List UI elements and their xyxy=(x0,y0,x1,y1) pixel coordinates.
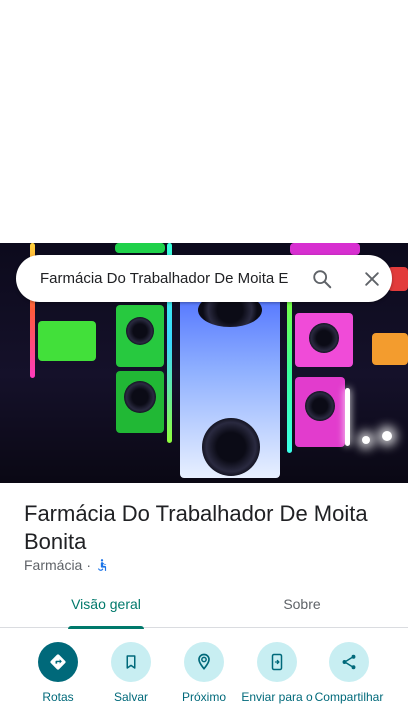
led-bar-white xyxy=(345,388,350,446)
speaker-orange xyxy=(372,333,408,365)
tab-bar: Visão geral Sobre xyxy=(0,584,408,629)
tab-about-label: Sobre xyxy=(283,596,321,612)
speaker-pink-low xyxy=(295,377,345,447)
nearby-button[interactable]: Próximo xyxy=(164,640,244,704)
speaker-center-stack xyxy=(180,283,280,478)
nearby-icon xyxy=(198,653,210,670)
tab-overview[interactable]: Visão geral xyxy=(40,584,172,629)
tab-about[interactable]: Sobre xyxy=(236,584,368,628)
speaker-pink-mid xyxy=(295,313,353,367)
light-glow-1 xyxy=(362,436,370,444)
active-tab-indicator xyxy=(68,626,144,629)
speaker-green-mid xyxy=(116,305,164,367)
share-button[interactable]: Compartilhar xyxy=(309,640,389,704)
directions-label: Rotas xyxy=(42,690,74,704)
send-to-phone-button[interactable]: Enviar para o xyxy=(237,640,317,704)
place-title: Farmácia Do Trabalhador De Moita Bonita xyxy=(24,501,368,554)
search-bar[interactable]: Farmácia Do Trabalhador De Moita E xyxy=(16,255,392,302)
clear-search-button[interactable] xyxy=(356,263,388,295)
nearby-button-circle xyxy=(184,642,224,682)
send-to-phone-label: Enviar para o xyxy=(241,690,313,704)
led-strip-right xyxy=(287,293,292,453)
send-to-phone-icon xyxy=(271,653,283,671)
place-category: Farmácia xyxy=(24,557,83,573)
speaker-green-left xyxy=(38,321,96,361)
save-label: Salvar xyxy=(113,690,148,704)
share-icon xyxy=(342,654,356,670)
action-row: Rotas Salvar Próximo Enviar para o Compa… xyxy=(0,640,408,726)
speaker-green-low xyxy=(116,371,164,433)
share-label: Compartilhar xyxy=(314,690,384,704)
separator-dot: · xyxy=(86,557,92,573)
nearby-label: Próximo xyxy=(181,690,226,704)
light-glow-2 xyxy=(382,431,392,441)
save-button-circle xyxy=(111,642,151,682)
share-button-circle xyxy=(329,642,369,682)
save-button[interactable]: Salvar xyxy=(91,640,171,704)
directions-icon xyxy=(50,654,66,670)
tab-overview-label: Visão geral xyxy=(71,596,141,612)
send-to-phone-button-circle xyxy=(257,642,297,682)
directions-button-circle xyxy=(38,642,78,682)
directions-button[interactable]: Rotas xyxy=(18,640,98,704)
search-icon xyxy=(313,270,332,289)
bookmark-icon xyxy=(126,655,136,669)
search-input[interactable]: Farmácia Do Trabalhador De Moita E xyxy=(40,255,303,302)
speaker-green-top xyxy=(115,243,165,253)
speaker-pink-top xyxy=(290,243,360,255)
wheelchair-accessible-icon xyxy=(97,559,107,571)
search-button[interactable] xyxy=(306,263,338,295)
place-subtitle: Farmácia · xyxy=(24,556,109,574)
close-icon xyxy=(365,272,379,286)
